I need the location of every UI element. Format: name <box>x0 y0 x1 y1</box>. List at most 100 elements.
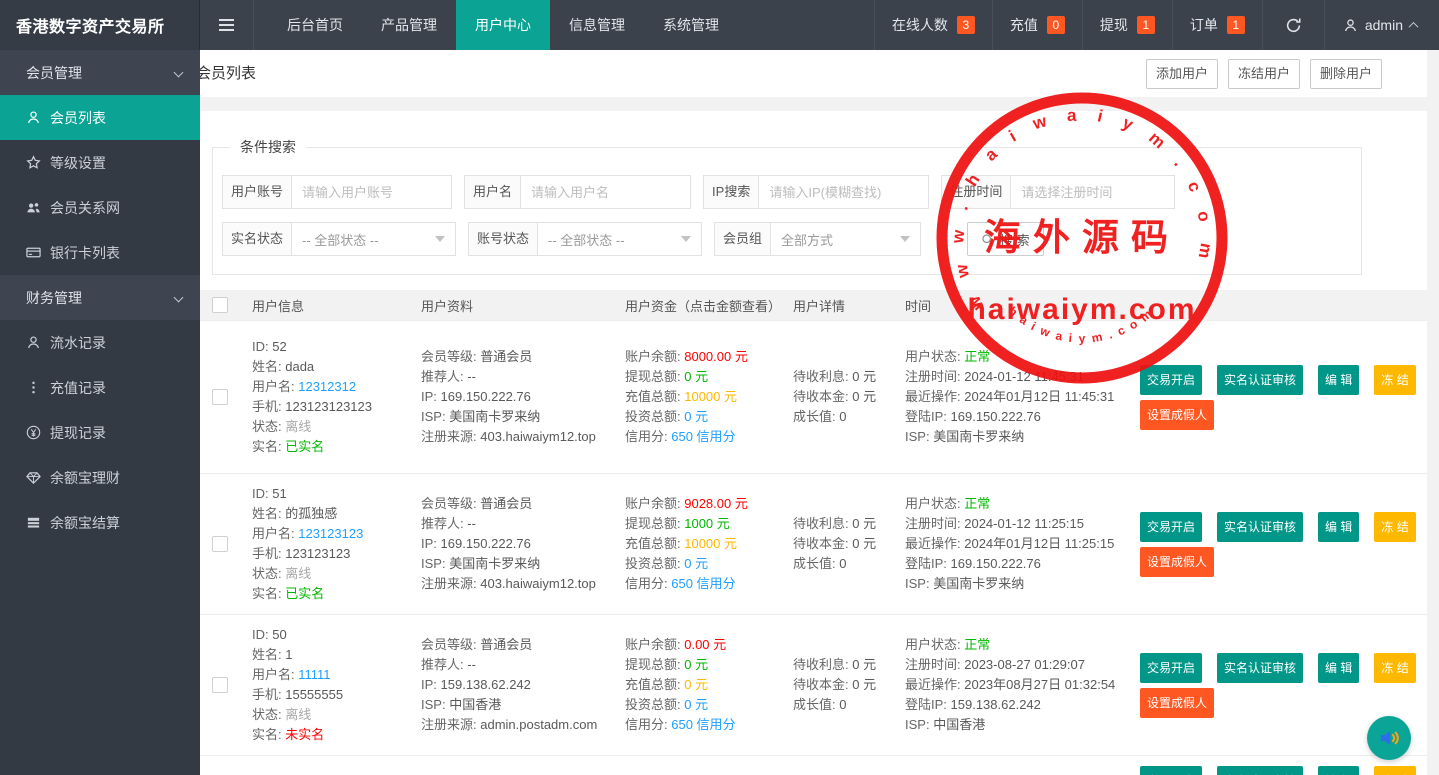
cell-info: ID: 50 姓名: 1 用户名: 11111 手机: 15555555 状态: 离线实… <box>252 625 421 745</box>
field-value: 169.150.222.76 <box>440 389 531 404</box>
sidebar-item-会员列表[interactable]: 会员列表 <box>0 95 200 140</box>
action-button-设置成假人[interactable]: 设置成假人 <box>1140 687 1215 718</box>
sidebar-section-2[interactable]: 财务管理 <box>0 275 200 320</box>
row-checkbox[interactable] <box>212 389 228 405</box>
action-button-冻 结[interactable]: 冻 结 <box>1374 766 1416 775</box>
field-value[interactable]: 1000 元 <box>684 516 730 531</box>
search-input-2[interactable] <box>521 175 692 209</box>
field-value[interactable]: 0.00 元 <box>684 637 726 652</box>
search-group-用户名: 用户名 <box>464 175 692 209</box>
cell-time: 用户状态: 正常 注册时间: 2024-01-12 11:45:31 最近操作: 2… <box>905 337 1140 457</box>
select-2[interactable]: -- 全部状态 -- <box>538 222 703 256</box>
field-label: 推荐人: <box>421 369 468 384</box>
content-card: 条件搜索 用户账号用户名IP搜索注册时间 实名状态-- 全部状态 --账号状态-… <box>200 111 1427 775</box>
select-all-checkbox[interactable] <box>212 297 228 313</box>
field-value[interactable]: 10000 元 <box>684 536 737 551</box>
field-value[interactable]: 0 元 <box>684 369 708 384</box>
page-action-2[interactable]: 冻结用户 <box>1227 59 1300 89</box>
nav-stat-2[interactable]: 充值 0 <box>991 0 1082 50</box>
sidebar-item-余额宝理财[interactable]: 余额宝理财 <box>0 455 200 500</box>
page-action-1[interactable]: 添加用户 <box>1145 59 1218 89</box>
field-value[interactable]: 123123123 <box>298 526 363 541</box>
action-button-交易开启[interactable]: 交易开启 <box>1140 511 1203 542</box>
nav-stat-3[interactable]: 提现 1 <box>1081 0 1172 50</box>
field-value: 离线 <box>285 707 312 722</box>
select-value: 全部方式 <box>781 232 834 248</box>
search-input-1[interactable] <box>292 175 453 209</box>
select-3[interactable]: 全部方式 <box>771 222 922 256</box>
action-button-设置成假人[interactable]: 设置成假人 <box>1140 546 1215 577</box>
field-value[interactable]: 0 元 <box>684 657 708 672</box>
select-1[interactable]: -- 全部状态 -- <box>292 222 457 256</box>
field-value[interactable]: 11111 <box>298 667 330 682</box>
page-action-3[interactable]: 删除用户 <box>1309 59 1382 89</box>
nav-stat-badge: 0 <box>1046 16 1065 34</box>
sidebar-item-流水记录[interactable]: 流水记录 <box>0 320 200 365</box>
search-select-group-会员组: 会员组 全部方式 <box>714 222 922 256</box>
cell-info: ID: 51 姓名: 的孤独感 用户名: 123123123 手机: 12312312… <box>252 484 421 604</box>
refresh-icon[interactable] <box>1261 0 1324 50</box>
action-button-实名认证审核[interactable]: 实名认证审核 <box>1217 364 1304 395</box>
action-button-实名认证审核[interactable]: 实名认证审核 <box>1217 652 1304 683</box>
action-button-编 辑[interactable]: 编 辑 <box>1318 652 1360 683</box>
action-button-冻 结[interactable]: 冻 结 <box>1374 364 1416 395</box>
action-button-实名认证审核[interactable]: 实名认证审核 <box>1217 766 1304 775</box>
action-button-冻 结[interactable]: 冻 结 <box>1374 652 1416 683</box>
row-checkbox[interactable] <box>212 677 228 693</box>
field-value[interactable]: 9028.00 元 <box>684 496 748 511</box>
nav-item-1[interactable]: 后台首页 <box>268 0 362 50</box>
nav-item-2[interactable]: 产品管理 <box>362 0 456 50</box>
field-label: ID: <box>252 486 273 501</box>
nav-item-5[interactable]: 系统管理 <box>644 0 738 50</box>
sound-float-button[interactable] <box>1367 716 1411 760</box>
action-button-交易开启[interactable]: 交易开启 <box>1140 652 1203 683</box>
time-line: 注册时间: 2024-01-12 11:25:15 <box>905 514 1140 534</box>
field-value[interactable]: 0 元 <box>684 697 708 712</box>
search-button[interactable]: 搜 索 <box>967 222 1044 256</box>
nav-stat-1[interactable]: 在线人数 3 <box>873 0 992 50</box>
field-value[interactable]: 0 元 <box>684 556 708 571</box>
main-content: 会员列表 添加用户冻结用户删除用户 条件搜索 用户账号 用户名 IP搜索 注册时间 实… <box>196 50 1439 775</box>
sidebar-item-充值记录[interactable]: 充值记录 <box>0 365 200 410</box>
action-button-冻 结[interactable]: 冻 结 <box>1374 511 1416 542</box>
action-button-实名认证审核[interactable]: 实名认证审核 <box>1217 511 1304 542</box>
field-value[interactable]: 650 信用分 <box>671 429 735 444</box>
user-menu[interactable]: admin <box>1323 0 1439 50</box>
sidebar-item-会员关系网[interactable]: 会员关系网 <box>0 185 200 230</box>
funds-line: 信用分: 650 信用分 <box>625 427 793 447</box>
sidebar-item-提现记录[interactable]: 提现记录 <box>0 410 200 455</box>
action-button-设置成假人[interactable]: 设置成假人 <box>1140 399 1215 430</box>
action-button-交易开启[interactable]: 交易开启 <box>1140 766 1203 775</box>
nav-item-4[interactable]: 信息管理 <box>550 0 644 50</box>
field-label: ISP: <box>905 429 934 444</box>
action-button-编 辑[interactable]: 编 辑 <box>1318 364 1360 395</box>
sidebar-section-1[interactable]: 会员管理 <box>0 50 200 95</box>
field-value[interactable]: 12312312 <box>298 379 356 394</box>
action-button-编 辑[interactable]: 编 辑 <box>1318 766 1360 775</box>
search-input-3[interactable] <box>759 175 930 209</box>
row-checkbox[interactable] <box>212 536 228 552</box>
search-input-4[interactable] <box>1011 175 1176 209</box>
field-value[interactable]: 0 元 <box>684 677 708 692</box>
action-button-编 辑[interactable]: 编 辑 <box>1318 511 1360 542</box>
speaker-icon <box>1376 725 1402 751</box>
sidebar-item-银行卡列表[interactable]: 银行卡列表 <box>0 230 200 275</box>
field-label: 登陆IP: <box>905 409 951 424</box>
field-value[interactable]: 10000 元 <box>684 389 737 404</box>
hamburger-menu-icon[interactable] <box>200 0 254 50</box>
nav-item-3[interactable]: 用户中心 <box>456 0 550 50</box>
sidebar-item-等级设置[interactable]: 等级设置 <box>0 140 200 185</box>
search-legend: 条件搜索 <box>240 139 296 155</box>
action-button-交易开启[interactable]: 交易开启 <box>1140 364 1203 395</box>
field-value: 普通会员 <box>480 496 533 511</box>
nav-stat-4[interactable]: 订单 1 <box>1171 0 1262 50</box>
search-select-group-实名状态: 实名状态 -- 全部状态 -- <box>222 222 457 256</box>
field-value[interactable]: 650 信用分 <box>671 717 735 732</box>
field-value[interactable]: 650 信用分 <box>671 576 735 591</box>
field-value[interactable]: 0 元 <box>684 409 708 424</box>
sidebar-item-余额宝结算[interactable]: 余额宝结算 <box>0 500 200 545</box>
field-value[interactable]: 8000.00 元 <box>684 349 748 364</box>
field-label: 投资总额: <box>625 697 685 712</box>
group-icon <box>26 200 41 215</box>
field-value: 0 <box>839 409 847 424</box>
